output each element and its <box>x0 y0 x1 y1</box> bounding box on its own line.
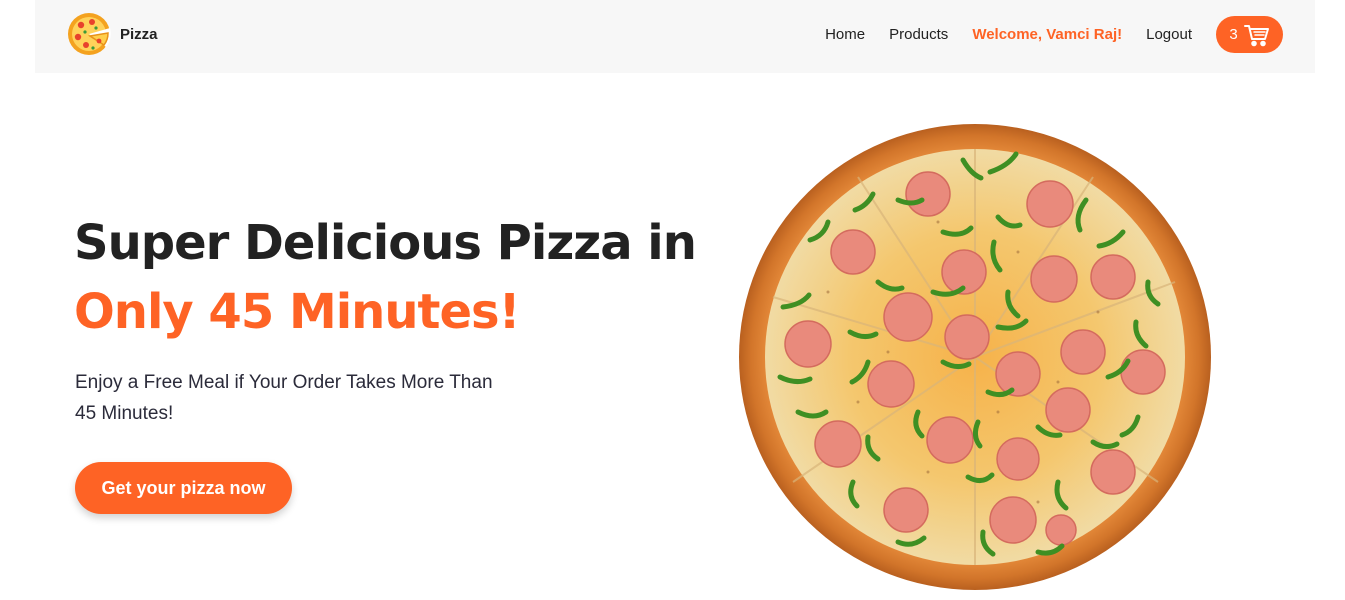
nav-home[interactable]: Home <box>825 26 865 43</box>
hero-subtitle: Enjoy a Free Meal if Your Order Takes Mo… <box>75 372 493 424</box>
hero-title-line1: Super Delicious Pizza in <box>74 215 697 271</box>
brand-name: Pizza <box>120 25 158 43</box>
hero-title: Super Delicious Pizza in Only 45 Minutes… <box>74 210 697 348</box>
cart-count: 3 <box>1229 26 1238 43</box>
pizza-image <box>738 122 1212 592</box>
brand[interactable]: Pizza <box>66 11 158 57</box>
nav-logout[interactable]: Logout <box>1146 26 1192 43</box>
navbar: Pizza Home Products Welcome, Vamci Raj! … <box>35 0 1315 73</box>
pizza-logo-icon <box>66 11 112 57</box>
cart-icon <box>1243 23 1270 47</box>
cart-button[interactable]: 3 <box>1216 16 1283 53</box>
hero-title-line2: Only 45 Minutes! <box>74 284 520 340</box>
nav-links: Home Products Welcome, Vamci Raj! Logout… <box>825 16 1283 53</box>
get-pizza-button[interactable]: Get your pizza now <box>75 462 292 514</box>
nav-products[interactable]: Products <box>889 26 948 43</box>
nav-welcome-user[interactable]: Welcome, Vamci Raj! <box>972 26 1122 43</box>
